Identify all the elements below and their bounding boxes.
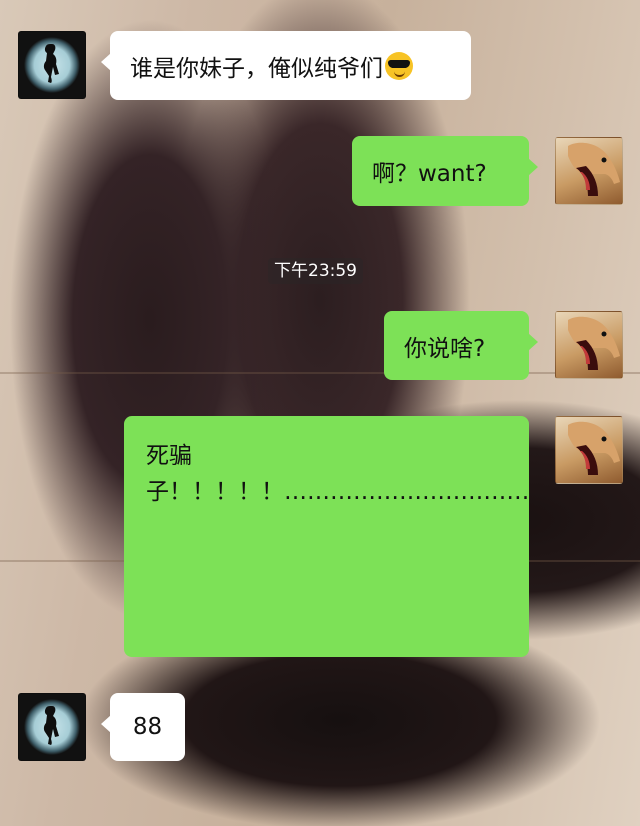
message-bubble[interactable]: 啊？want? <box>352 136 538 206</box>
floor-line <box>0 372 640 374</box>
timestamp: 下午23:59 <box>268 258 363 284</box>
background-photo <box>0 0 640 826</box>
dog-avatar[interactable] <box>555 137 623 205</box>
silhouette-icon <box>43 706 59 745</box>
silhouette-avatar[interactable] <box>18 693 86 761</box>
message-bubble[interactable]: 死骗子！！！！！……………………………………………………………………………………… <box>124 416 529 657</box>
dog-icon <box>568 142 620 196</box>
message-text: 谁是你妹子，俺似纯爷们 <box>130 55 383 82</box>
message-text: 88 <box>132 714 163 740</box>
message-bubble[interactable]: 你说啥? <box>384 311 538 380</box>
dog-icon <box>568 421 620 475</box>
message-bubble[interactable]: 88 <box>101 693 185 761</box>
message-text: 你说啥? <box>404 335 486 362</box>
silhouette-icon <box>43 44 59 83</box>
message-text: 死骗子！！！！！……………………………………………………………………………………… <box>146 443 529 505</box>
message-bubble[interactable]: 谁是你妹子，俺似纯爷们 <box>101 31 471 100</box>
dog-avatar[interactable] <box>555 416 623 484</box>
dog-icon <box>568 316 620 370</box>
cool-sunglasses-emoji-icon <box>385 51 413 80</box>
message-text: 啊？want? <box>372 161 487 187</box>
silhouette-avatar[interactable] <box>18 31 86 99</box>
dog-avatar[interactable] <box>555 311 623 379</box>
